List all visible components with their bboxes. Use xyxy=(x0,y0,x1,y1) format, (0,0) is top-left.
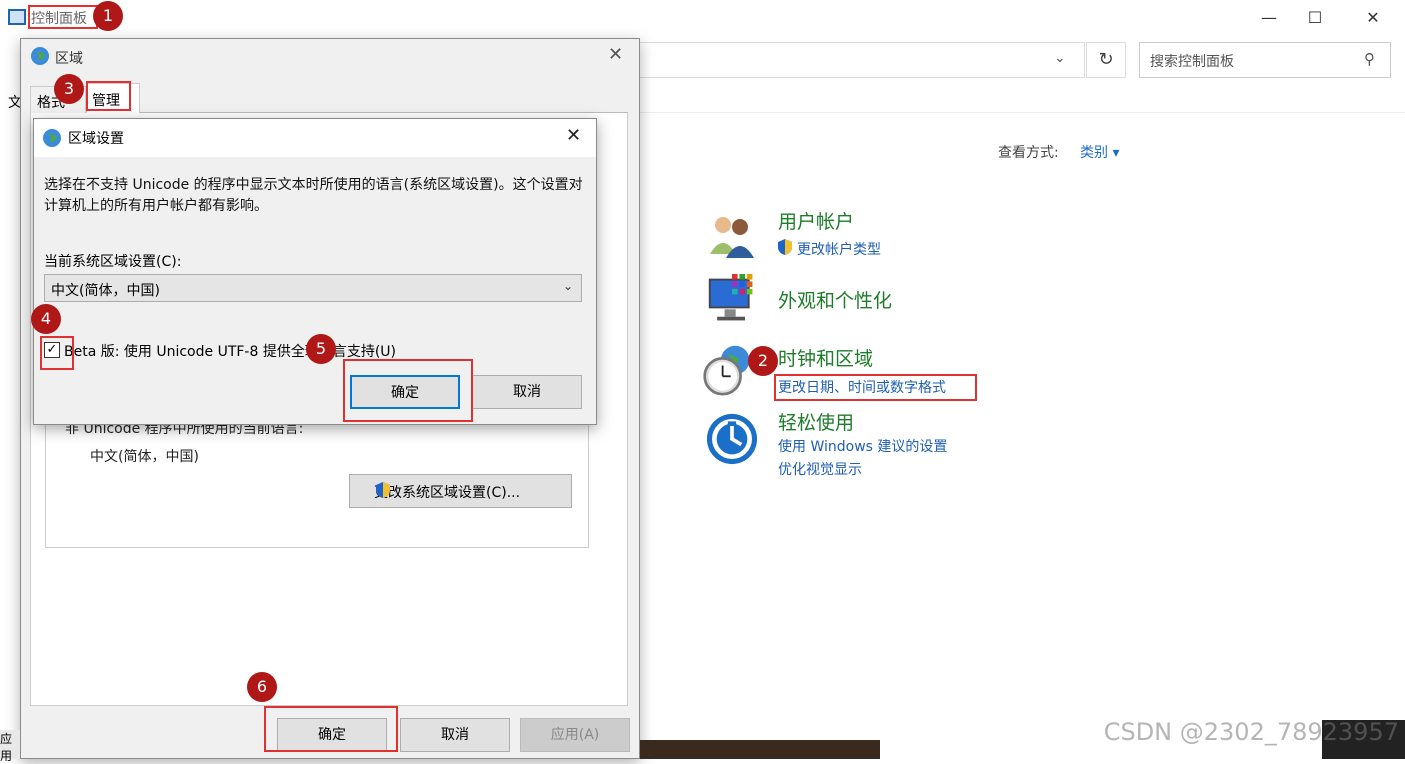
step-badge-3: 3 xyxy=(54,74,84,104)
divider xyxy=(640,112,1405,113)
windows-recommended-settings-link[interactable]: 使用 Windows 建议的设置 xyxy=(778,436,947,456)
category-user-accounts[interactable]: 用户帐户 xyxy=(778,207,854,234)
globe-icon xyxy=(43,129,61,147)
step-badge-1: 1 xyxy=(93,1,123,31)
annotation-box xyxy=(86,81,131,111)
current-locale-label: 当前系统区域设置(C): xyxy=(44,254,182,270)
chevron-down-icon[interactable]: ⌄ xyxy=(563,279,573,293)
region-settings-title: 区域设置 xyxy=(68,131,124,147)
refresh-button[interactable]: ↻ xyxy=(1086,42,1126,78)
user-accounts-icon xyxy=(710,217,754,258)
annotation-box xyxy=(264,706,398,752)
category-ease-of-access[interactable]: 轻松使用 xyxy=(778,408,854,435)
annotation-box xyxy=(28,5,98,29)
view-by-label: 查看方式: xyxy=(998,145,1059,161)
globe-icon xyxy=(31,47,49,65)
ease-of-access-icon xyxy=(706,413,758,465)
address-bar[interactable] xyxy=(640,42,1085,78)
region-settings-description: 选择在不支持 Unicode 的程序中显示文本时所使用的语言(系统区域设置)。这… xyxy=(44,177,583,214)
search-input[interactable]: 搜索控制面板 xyxy=(1139,42,1391,78)
close-icon[interactable]: ✕ xyxy=(608,44,623,65)
current-locale-select[interactable]: 中文(简体，中国) xyxy=(44,274,582,302)
view-by-dropdown[interactable]: 类别 ▾ xyxy=(1080,142,1119,162)
category-appearance[interactable]: 外观和个性化 xyxy=(778,286,892,313)
change-system-locale-label: 更改系统区域设置(C)... xyxy=(374,485,521,501)
close-icon[interactable]: ✕ xyxy=(566,125,581,146)
utf8-beta-label[interactable]: Beta 版: 使用 Unicode UTF-8 提供全球语言支持(U) xyxy=(64,341,396,361)
category-clock-region[interactable]: 时钟和区域 xyxy=(778,344,873,371)
shield-icon xyxy=(376,482,390,498)
appearance-icon xyxy=(708,274,753,321)
step-badge-2: 2 xyxy=(748,346,778,376)
background-image-fragment xyxy=(640,740,880,759)
region-dialog-title: 区域 xyxy=(55,51,83,67)
taskbar-fragment: 应用 xyxy=(0,730,20,763)
minimize-button[interactable]: — xyxy=(1246,4,1292,32)
step-badge-4: 4 xyxy=(31,304,61,334)
control-panel-icon xyxy=(8,9,26,25)
close-button[interactable]: ✕ xyxy=(1350,4,1396,32)
region-settings-cancel-button[interactable]: 取消 xyxy=(472,375,582,409)
step-badge-5: 5 xyxy=(306,334,336,364)
title-bar xyxy=(0,0,1405,36)
chevron-down-icon[interactable]: ⌄ xyxy=(1054,50,1066,66)
step-badge-6: 6 xyxy=(247,672,277,702)
clock-region-icon xyxy=(703,345,750,396)
annotation-box xyxy=(343,359,473,422)
watermark: CSDN @2302_78923957 xyxy=(1103,718,1399,746)
maximize-button[interactable]: ☐ xyxy=(1292,4,1338,32)
annotation-box xyxy=(40,336,74,370)
apply-button[interactable]: 应用(A) xyxy=(520,718,630,752)
search-icon[interactable]: ⚲ xyxy=(1364,50,1375,68)
nonunicode-value: 中文(简体，中国) xyxy=(90,449,199,465)
shield-icon xyxy=(778,239,792,255)
optimize-visual-display-link[interactable]: 优化视觉显示 xyxy=(778,459,862,479)
change-account-type-link[interactable]: 更改帐户类型 xyxy=(797,239,881,259)
cancel-button[interactable]: 取消 xyxy=(400,718,510,752)
annotation-box xyxy=(774,374,977,401)
